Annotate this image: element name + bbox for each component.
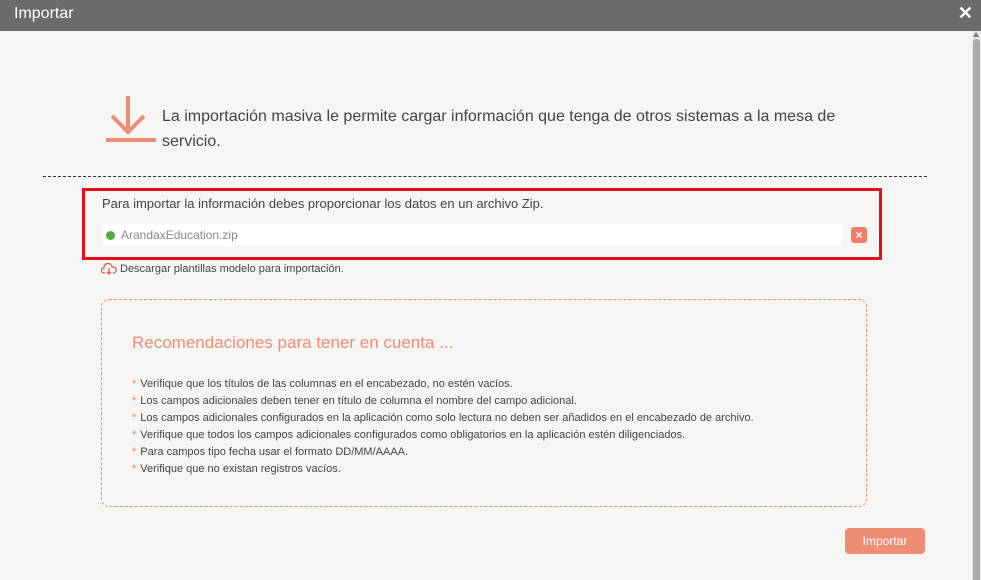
recommendations-title: Recomendaciones para tener en cuenta ...	[132, 333, 454, 352]
list-item: * Los campos adicionales deben tener en t…	[132, 395, 577, 407]
dialog-titlebar: Importar ✕	[0, 0, 981, 31]
vertical-scrollbar[interactable]	[972, 31, 981, 580]
close-icon[interactable]: ✕	[958, 3, 973, 24]
section-divider	[43, 176, 927, 177]
import-button[interactable]: Importar	[845, 528, 925, 554]
list-item: * Verifique que los títulos de las column…	[132, 378, 513, 390]
list-item: * Verifique que todos los campos adiciona…	[132, 429, 686, 441]
list-item: * Los campos adicionales configurados en …	[132, 412, 754, 424]
recommendations-list: * Verifique que los títulos de las column…	[132, 376, 754, 478]
file-name: ArandaxEducation.zip	[121, 228, 238, 242]
download-templates-label[interactable]: Descargar plantillas modelo para importa…	[120, 263, 344, 275]
remove-file-button[interactable]: ×	[851, 227, 867, 243]
cloud-download-icon	[101, 263, 117, 275]
scrollbar-thumb[interactable]	[973, 39, 980, 580]
list-item: * Para campos tipo fecha usar el formato …	[132, 446, 409, 458]
dialog-title: Importar	[14, 5, 74, 22]
file-status-dot-icon	[106, 231, 115, 240]
download-arrow-icon	[106, 96, 156, 142]
recommendations-panel: Recomendaciones para tener en cuenta ...…	[101, 299, 867, 507]
list-item: * Verifique que no existan registros vací…	[132, 463, 341, 475]
file-field[interactable]: ArandaxEducation.zip	[102, 224, 842, 246]
download-templates-link[interactable]: Descargar plantillas modelo para importa…	[101, 263, 344, 275]
intro-description: La importación masiva le permite cargar …	[162, 108, 836, 150]
zip-upload-section: Para importar la información debes propo…	[82, 188, 882, 260]
zip-upload-label: Para importar la información debes propo…	[102, 196, 544, 211]
scroll-up-arrow-icon[interactable]	[973, 32, 979, 37]
